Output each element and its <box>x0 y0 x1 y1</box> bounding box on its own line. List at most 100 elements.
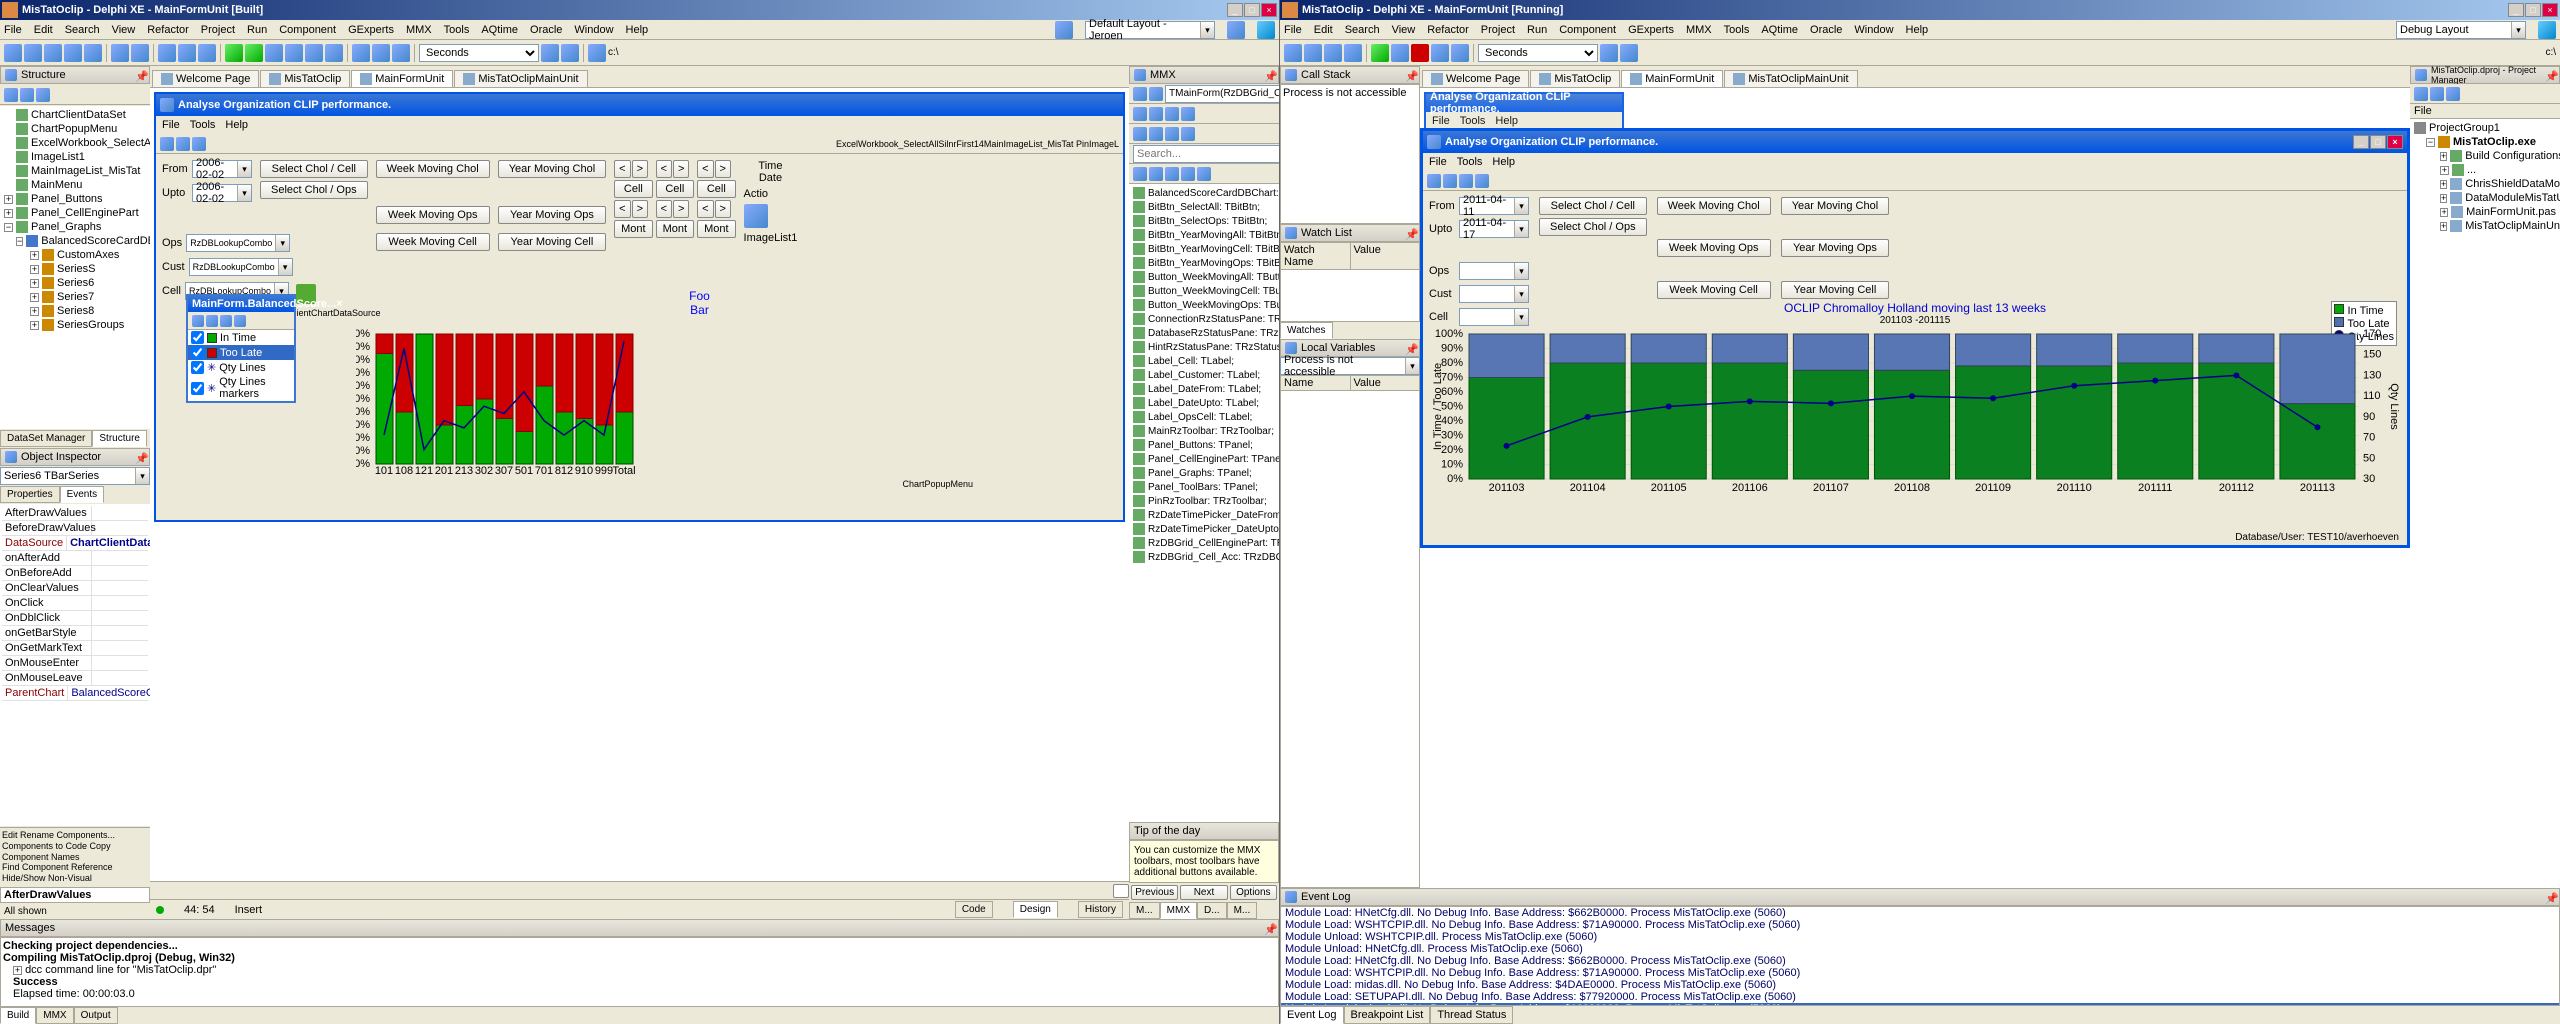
locals-combo[interactable]: Process is not accessible▾ <box>1280 357 1420 375</box>
mmx-member-list[interactable]: BalancedScoreCardDBChart: TDBChar BitBtn_… <box>1129 184 1279 822</box>
nav-next-button[interactable]: > <box>715 160 731 178</box>
tab-mmx-output[interactable]: MMX <box>36 1007 73 1024</box>
menu-component[interactable]: Component <box>1559 24 1616 36</box>
saveall-icon[interactable] <box>64 44 82 62</box>
close-button[interactable]: × <box>2387 135 2403 149</box>
menu-project[interactable]: Project <box>201 24 235 36</box>
mmx-filter-icon[interactable] <box>1133 167 1147 181</box>
aq-icon[interactable] <box>541 44 559 62</box>
menu-mmx[interactable]: MMX <box>406 24 432 36</box>
chevron-down-icon[interactable]: ▾ <box>1514 286 1528 302</box>
menu-gexperts[interactable]: GExperts <box>348 24 394 36</box>
form-tb-icon[interactable] <box>160 137 174 151</box>
close-icon[interactable]: × <box>336 298 342 310</box>
tab-structure[interactable]: Structure <box>92 430 147 447</box>
mmx-filter-icon[interactable] <box>1181 167 1195 181</box>
form-menu-file[interactable]: File <box>162 119 180 131</box>
event-log-line[interactable]: Module Load: HNetCfg.dll. No Debug Info.… <box>1281 907 2559 919</box>
toggle-icon[interactable] <box>158 44 176 62</box>
minimize-button[interactable]: _ <box>2508 3 2524 17</box>
mmx-member-item[interactable]: BitBtn_YearMovingAll: TBitBtn; <box>1131 228 1277 242</box>
form-menu-file[interactable]: File <box>1429 156 1447 168</box>
event-log-panel[interactable]: Module Load: HNetCfg.dll. No Debug Info.… <box>1280 906 2560 1006</box>
new-icon[interactable] <box>4 44 22 62</box>
mmx-member-item[interactable]: HintRzStatusPane: TRzStatusPane; <box>1131 340 1277 354</box>
series-check[interactable] <box>191 382 204 395</box>
pm-tb-icon[interactable] <box>2430 87 2444 101</box>
expand-icon[interactable]: + <box>30 251 39 260</box>
pin-icon[interactable]: 📌 <box>2545 70 2555 80</box>
mmx-member-item[interactable]: BalancedScoreCardDBChart: TDBChar <box>1131 186 1277 200</box>
expand-icon[interactable]: + <box>2440 166 2449 175</box>
mmx-member-item[interactable]: PinRzToolbar: TRzToolbar; <box>1131 494 1277 508</box>
month-button[interactable]: Mont <box>614 220 652 238</box>
chevron-down-icon[interactable]: ▾ <box>1514 221 1528 237</box>
form-designer[interactable]: Analyse Organization CLIP performance. F… <box>154 92 1125 522</box>
mmx-member-item[interactable]: Label_OpsCell: TLabel; <box>1131 410 1277 424</box>
ops-combo[interactable]: ▾ <box>1459 262 1529 280</box>
running-app-title[interactable]: Analyse Organization CLIP performance. _… <box>1423 131 2407 153</box>
mmx-member-item[interactable]: RzDateTimePicker_DateUpto: TRzDat <box>1131 522 1277 536</box>
menu-mmx[interactable]: MMX <box>1686 24 1712 36</box>
mmx-member-item[interactable]: Button_WeekMovingCell: TButton; <box>1131 284 1277 298</box>
nav-prev-button[interactable]: < <box>614 200 630 218</box>
mmx-member-item[interactable]: Button_WeekMovingAll: TButton; <box>1131 270 1277 284</box>
event-log-line[interactable]: Module Load: WSHTCPIP.dll. No Debug Info… <box>1281 967 2559 979</box>
aq-icon[interactable] <box>1600 44 1618 62</box>
menu-window[interactable]: Window <box>574 24 613 36</box>
mmx-member-item[interactable]: Panel_Graphs: TPanel; <box>1131 466 1277 480</box>
menu-search[interactable]: Search <box>65 24 100 36</box>
mmx-member-item[interactable]: Panel_ToolBars: TPanel; <box>1131 480 1277 494</box>
tab-mistatoclip[interactable]: MisTatOclip <box>260 70 350 87</box>
nav-prev-button[interactable]: < <box>697 160 713 178</box>
mmx-tb-icon[interactable] <box>1181 107 1195 121</box>
nav-next-button[interactable]: > <box>673 200 689 218</box>
pm-tb-icon[interactable] <box>2414 87 2428 101</box>
mmx-member-item[interactable]: Label_DateFrom: TLabel; <box>1131 382 1277 396</box>
tab-mainformunit[interactable]: MainFormUnit <box>1621 70 1723 87</box>
event-log-line[interactable]: Module Unload: HNetCfg.dll. Process MisT… <box>1281 943 2559 955</box>
seconds-combo[interactable]: Seconds <box>1478 44 1598 62</box>
save-icon[interactable] <box>44 44 62 62</box>
folder-icon[interactable] <box>84 44 102 62</box>
menu-run[interactable]: Run <box>1527 24 1547 36</box>
maximize-button[interactable]: □ <box>2525 3 2541 17</box>
mmx-member-item[interactable]: ConnectionRzStatusPane: TRzStatusP <box>1131 312 1277 326</box>
col-header[interactable]: Value <box>1351 376 1420 390</box>
chevron-down-icon[interactable]: ▾ <box>237 185 251 201</box>
menu-help[interactable]: Help <box>626 24 649 36</box>
event-log-line[interactable]: Module Load: HNetCfg.dll. No Debug Info.… <box>1281 955 2559 967</box>
step-into-icon[interactable] <box>1451 44 1469 62</box>
maximize-button[interactable]: □ <box>2370 135 2386 149</box>
year-moving-cell-button[interactable]: Year Moving Cell <box>498 233 606 251</box>
layout-icon[interactable] <box>1055 21 1073 39</box>
unit-icon[interactable] <box>198 44 216 62</box>
cell-button[interactable]: Cell <box>697 180 735 198</box>
aq2-icon[interactable] <box>1620 44 1638 62</box>
menu-oracle[interactable]: Oracle <box>1810 24 1842 36</box>
mmx-member-item[interactable]: RzDateTimePicker_DateFrom: TRzDat <box>1131 508 1277 522</box>
expand-icon[interactable]: + <box>2440 222 2447 231</box>
mmx-member-item[interactable]: Label_DateUpto: TLabel; <box>1131 396 1277 410</box>
watch-list-panel[interactable]: Watch Name Value <box>1280 242 1420 322</box>
chevron-down-icon[interactable]: ▾ <box>1514 198 1528 214</box>
minimize-button[interactable]: _ <box>1227 3 1243 17</box>
tab-dataset-manager[interactable]: DataSet Manager <box>0 430 92 447</box>
mmx-filter-icon[interactable] <box>1149 167 1163 181</box>
tip-next-button[interactable]: Next <box>1180 885 1227 900</box>
series-check[interactable] <box>191 331 204 344</box>
chart-editor-overlay[interactable]: MainForm.BalancedScore... × In Time Too … <box>186 294 296 403</box>
select-chol-cell-button[interactable]: Select Chol / Cell <box>1539 197 1647 215</box>
designer-toolbox-icon[interactable] <box>1113 884 1129 898</box>
tab-build[interactable]: Build <box>0 1007 36 1024</box>
collapse-icon[interactable]: − <box>16 237 23 246</box>
nav-next-button[interactable]: > <box>673 160 689 178</box>
pause-icon[interactable] <box>265 44 283 62</box>
event-log-line[interactable]: Module Unload: WSHTCPIP.dll. Process Mis… <box>1281 931 2559 943</box>
menu-tools[interactable]: Tools <box>444 24 470 36</box>
series-row[interactable]: In Time <box>188 330 294 345</box>
chart-tb-icon[interactable] <box>206 315 218 327</box>
from-date-picker[interactable]: 2011-04-11▾ <box>1459 197 1529 215</box>
mmx-member-item[interactable]: Label_Customer: TLabel; <box>1131 368 1277 382</box>
mmx-member-item[interactable]: Label_Cell: TLabel; <box>1131 354 1277 368</box>
